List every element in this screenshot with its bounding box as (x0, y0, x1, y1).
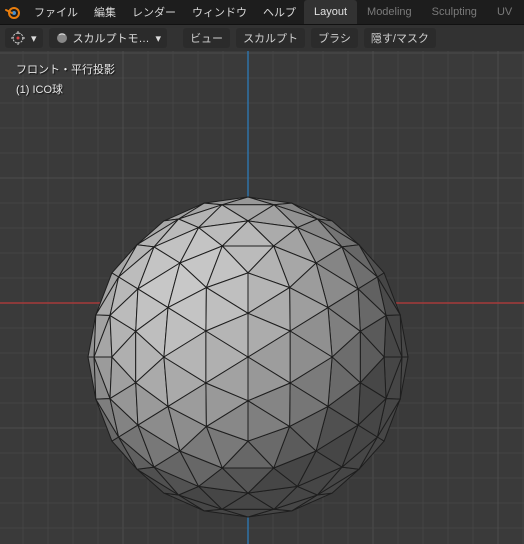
menu-file[interactable]: ファイル (26, 1, 86, 23)
chevron-down-icon: ▾ (156, 32, 162, 45)
tab-sculpting[interactable]: Sculpting (422, 0, 487, 24)
viewport-overlay-text: フロント・平行投影 (1) ICO球 (16, 61, 115, 97)
chevron-down-icon: ▾ (31, 32, 37, 45)
tab-uv[interactable]: UV (487, 0, 522, 24)
ico-sphere-mesh[interactable] (82, 191, 414, 523)
cursor-pivot-dropdown[interactable]: ▾ (5, 28, 43, 48)
header-view[interactable]: ビュー (183, 28, 230, 48)
mode-label: スカルプトモ… (73, 30, 150, 46)
tab-layout[interactable]: Layout (304, 0, 357, 24)
mode-selector[interactable]: スカルプトモ… ▾ (49, 28, 168, 48)
cursor-icon (11, 31, 25, 45)
header-brush[interactable]: ブラシ (311, 28, 358, 48)
top-menu-bar: ファイル 編集 レンダー ウィンドウ ヘルプ Layout Modeling S… (0, 0, 524, 25)
menu-edit[interactable]: 編集 (86, 1, 124, 23)
menu-help[interactable]: ヘルプ (255, 1, 304, 23)
sculpt-mode-icon (55, 31, 69, 45)
blender-logo-icon[interactable] (4, 3, 20, 21)
3d-viewport[interactable]: フロント・平行投影 (1) ICO球 (0, 51, 524, 544)
workspace-tabs: Layout Modeling Sculpting UV (304, 0, 522, 24)
header-sculpt[interactable]: スカルプト (236, 28, 305, 48)
viewport-header: ▾ スカルプトモ… ▾ ビュー スカルプト ブラシ 隠す/マスク (0, 25, 524, 51)
view-name-label: フロント・平行投影 (16, 61, 115, 77)
tab-modeling[interactable]: Modeling (357, 0, 422, 24)
menu-render[interactable]: レンダー (124, 1, 184, 23)
header-hide-mask[interactable]: 隠す/マスク (364, 28, 436, 48)
object-name-label: (1) ICO球 (16, 81, 115, 97)
menu-window[interactable]: ウィンドウ (184, 1, 255, 23)
